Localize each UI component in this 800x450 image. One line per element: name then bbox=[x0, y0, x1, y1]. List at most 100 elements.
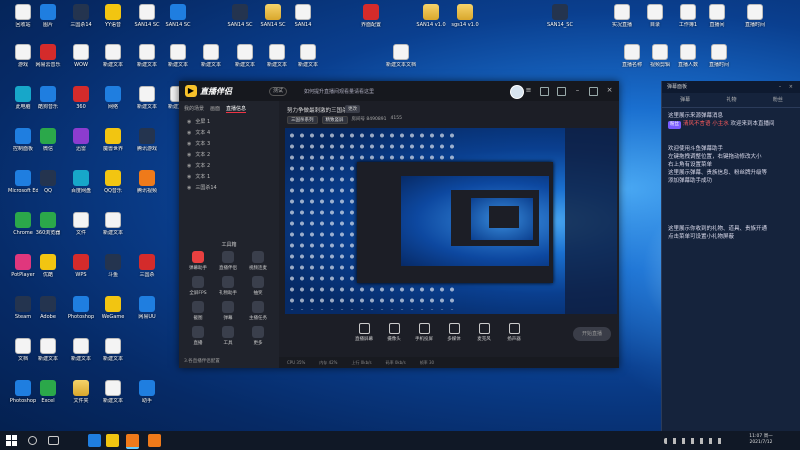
category-pill[interactable]: 三国杀系列 bbox=[287, 116, 318, 124]
desktop-icon[interactable]: 直播时间 bbox=[740, 4, 770, 38]
tool-button[interactable]: 视频连麦 bbox=[243, 251, 273, 271]
desktop-icon[interactable]: WPS bbox=[66, 254, 96, 288]
desktop-icon[interactable]: Adobe bbox=[33, 296, 63, 330]
desktop-icon[interactable]: WeGame bbox=[98, 296, 128, 330]
tool-button[interactable]: 截图 bbox=[183, 301, 213, 321]
desktop-icon[interactable]: Excel bbox=[33, 380, 63, 414]
eye-icon[interactable]: ◉ bbox=[187, 172, 191, 183]
desktop-icon[interactable]: 新建文本 bbox=[132, 44, 162, 78]
desktop-icon[interactable]: 直播间 bbox=[702, 4, 732, 38]
control-button[interactable]: 麦克风 bbox=[469, 323, 499, 342]
tool-button[interactable]: 直播 bbox=[183, 326, 213, 346]
desktop-icon[interactable]: 三国杀14 bbox=[66, 4, 96, 38]
desktop-icon[interactable]: YY语音 bbox=[98, 4, 128, 38]
tool-button[interactable]: 直播伴侣 bbox=[213, 251, 243, 271]
tool-button[interactable]: 全屏FPS bbox=[183, 276, 213, 296]
desktop-icon[interactable]: 图片 bbox=[33, 4, 63, 38]
desktop-icon[interactable]: 文件 bbox=[66, 212, 96, 246]
desktop-icon[interactable]: 三国杀 bbox=[132, 254, 162, 288]
desktop-icon[interactable]: 网易云音乐 bbox=[33, 44, 63, 78]
desktop-icon[interactable]: 网络 bbox=[98, 86, 128, 120]
explorer-taskbar-icon[interactable] bbox=[106, 434, 119, 447]
tool-button[interactable]: 主播任务 bbox=[243, 301, 273, 321]
desktop-icon[interactable]: QQ音乐 bbox=[98, 170, 128, 204]
app-taskbar-icon[interactable] bbox=[148, 434, 161, 447]
scene-tab[interactable]: 直播信息 bbox=[226, 105, 247, 113]
danmu-tab[interactable]: 礼物 bbox=[726, 93, 736, 107]
maximize-icon[interactable] bbox=[589, 87, 598, 96]
desktop-icon[interactable]: WOW bbox=[66, 44, 96, 78]
version-badge[interactable]: 测试 bbox=[269, 87, 288, 96]
desktop-icon[interactable]: 新建文本 bbox=[132, 86, 162, 120]
desktop-icon[interactable]: 视频剪辑 bbox=[645, 44, 675, 78]
desktop-icon[interactable]: 优酷 bbox=[33, 254, 63, 288]
desktop-icon[interactable]: SAN14 SC bbox=[132, 4, 162, 38]
desktop-icon[interactable]: 新建文本 bbox=[98, 44, 128, 78]
lock-icon[interactable] bbox=[540, 87, 549, 96]
danmu-username[interactable]: 清风不言语 小主水 bbox=[683, 121, 729, 127]
tool-button[interactable]: 弹幕 bbox=[213, 301, 243, 321]
search-icon[interactable] bbox=[28, 436, 37, 445]
footer-note[interactable]: 3.各直播伴侣配置 bbox=[184, 358, 220, 364]
control-button[interactable]: 摄像头 bbox=[379, 323, 409, 342]
start-button[interactable] bbox=[5, 434, 18, 447]
stream-preview[interactable] bbox=[285, 128, 617, 314]
tool-button[interactable]: 弹幕助手 bbox=[183, 251, 213, 271]
desktop-icon[interactable]: SAN14 SC bbox=[258, 4, 288, 38]
desktop-icon[interactable]: 直播人数 bbox=[673, 44, 703, 78]
scene-tab[interactable]: 我的场景 bbox=[184, 105, 204, 113]
chat-icon[interactable] bbox=[557, 87, 566, 96]
start-live-button[interactable]: 开始直播 bbox=[573, 327, 611, 341]
scene-tab[interactable]: 画面 bbox=[210, 105, 220, 113]
source-item[interactable]: ◉ 文本 3 bbox=[179, 139, 279, 150]
room-title[interactable]: 努力争做最刺激的三国杀 bbox=[287, 106, 348, 114]
desktop-icon[interactable]: 新建文本 bbox=[230, 44, 260, 78]
eye-icon[interactable]: ◉ bbox=[187, 139, 191, 150]
desktop-icon[interactable]: 新建文本 bbox=[66, 338, 96, 372]
desktop-icon[interactable]: 文件夹 bbox=[66, 380, 96, 414]
desktop-icon[interactable]: 网易UU bbox=[132, 296, 162, 330]
desktop-icon[interactable]: 直播时间 bbox=[704, 44, 734, 78]
tray-icons[interactable] bbox=[664, 438, 724, 444]
tool-button[interactable]: 抽奖 bbox=[243, 276, 273, 296]
desktop-icon[interactable]: 魔兽世界 bbox=[98, 128, 128, 162]
tool-button[interactable]: 工具 bbox=[213, 326, 243, 346]
desktop-icon[interactable]: 目录 bbox=[640, 4, 670, 38]
desktop-icon[interactable]: Photoshop bbox=[66, 296, 96, 330]
desktop-icon[interactable]: 腾讯游戏 bbox=[132, 128, 162, 162]
desktop-icon[interactable]: 实况直播 bbox=[607, 4, 637, 38]
source-item[interactable]: ◉ 全屏 1 bbox=[179, 117, 279, 128]
edit-room-button[interactable]: 更改 bbox=[345, 105, 360, 113]
eye-icon[interactable]: ◉ bbox=[187, 117, 191, 128]
tool-button[interactable]: 礼物助手 bbox=[213, 276, 243, 296]
desktop-icon[interactable]: SAN14 SC bbox=[225, 4, 255, 38]
desktop-icon[interactable]: 新建文本 bbox=[98, 380, 128, 414]
titlebar[interactable]: ▶ 直播伴侣 测试 如何提升直播间观看量请看这里 ≡ – × bbox=[179, 81, 619, 101]
clock[interactable]: 11:07 周一 2021/7/12 bbox=[734, 434, 788, 446]
source-item[interactable]: ◉ 文本 1 bbox=[179, 172, 279, 183]
desktop-icon[interactable]: SAN14 SC bbox=[163, 4, 193, 38]
desktop-icon[interactable]: QQ bbox=[33, 170, 63, 204]
desktop-icon[interactable]: 360 bbox=[66, 86, 96, 120]
desktop-icon[interactable]: 新建文本 bbox=[33, 338, 63, 372]
desktop-icon[interactable]: 微信 bbox=[33, 128, 63, 162]
eye-icon[interactable]: ◉ bbox=[187, 183, 191, 194]
desktop-icon[interactable]: 新建文本文档 bbox=[386, 44, 416, 78]
edge-taskbar-icon[interactable] bbox=[88, 434, 101, 447]
task-view-icon[interactable] bbox=[48, 436, 59, 445]
desktop-icon[interactable]: 新建文本 bbox=[98, 212, 128, 246]
desktop-icon[interactable]: 迅雷 bbox=[66, 128, 96, 162]
source-item[interactable]: ◉ 文本 4 bbox=[179, 128, 279, 139]
desktop-icon[interactable]: 斗鱼 bbox=[98, 254, 128, 288]
desktop-icon[interactable]: 新建文本 bbox=[163, 44, 193, 78]
control-button[interactable]: 直播屏幕 bbox=[349, 323, 379, 342]
window-controls[interactable]: – × bbox=[779, 81, 796, 93]
control-button[interactable]: 扬声器 bbox=[499, 323, 529, 342]
desktop-icon[interactable]: 助手 bbox=[132, 380, 162, 414]
close-icon[interactable]: × bbox=[606, 87, 613, 94]
desktop-icon[interactable]: SAN14 bbox=[288, 4, 318, 38]
danmu-tab[interactable]: 弹幕 bbox=[680, 93, 690, 107]
source-item[interactable]: ◉ 三国杀14 bbox=[179, 183, 279, 194]
desktop-icon[interactable]: 界面配置 bbox=[356, 4, 386, 38]
source-item[interactable]: ◉ 文本 2 bbox=[179, 161, 279, 172]
